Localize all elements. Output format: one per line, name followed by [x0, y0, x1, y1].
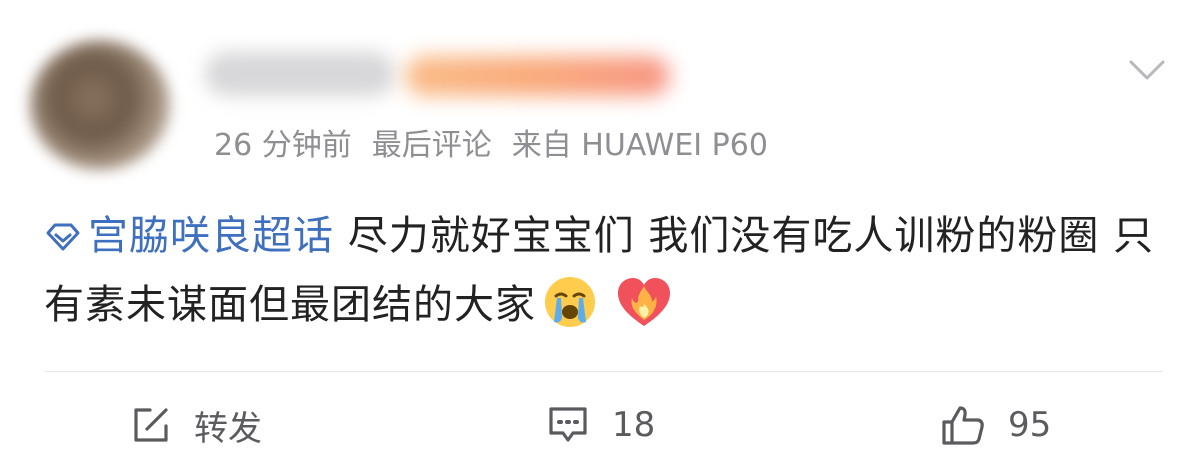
topic-label: 宫脇咲良超话	[88, 213, 334, 259]
like-button[interactable]: 95	[940, 400, 1051, 450]
loudly-crying-face-icon	[545, 277, 595, 327]
repost-button[interactable]: 转发	[130, 400, 262, 450]
avatar[interactable]	[30, 40, 170, 170]
heart-on-fire-icon	[618, 278, 670, 326]
comment-count: 18	[612, 405, 656, 445]
chevron-down-icon[interactable]	[1129, 56, 1165, 84]
weibo-post: 26 分钟前 最后评论 来自 HUAWEI P60 宫脇咲良超话 尽力就好宝宝们 我…	[0, 0, 1203, 455]
thumbs-up-icon	[942, 406, 984, 445]
post-source: 来自 HUAWEI P60	[511, 128, 768, 163]
divider	[44, 371, 1163, 372]
topic-link[interactable]: 宫脇咲良超话	[44, 213, 334, 259]
post-time: 26 分钟前	[214, 128, 352, 163]
comment-icon	[549, 407, 587, 442]
super-topic-diamond-icon	[46, 223, 80, 251]
post-meta: 26 分钟前 最后评论 来自 HUAWEI P60	[214, 126, 768, 166]
username-redacted[interactable]	[205, 52, 395, 96]
like-count: 95	[1008, 405, 1052, 445]
repost-label: 转发	[194, 408, 262, 449]
repost-icon	[134, 408, 168, 442]
comment-button[interactable]: 18	[546, 400, 655, 450]
post-content: 宫脇咲良超话 尽力就好宝宝们 我们没有吃人训粉的粉圈 只有素未谋面但最团结的大家	[44, 202, 1174, 339]
user-badge-redacted	[405, 56, 670, 96]
post-status: 最后评论	[371, 128, 492, 163]
